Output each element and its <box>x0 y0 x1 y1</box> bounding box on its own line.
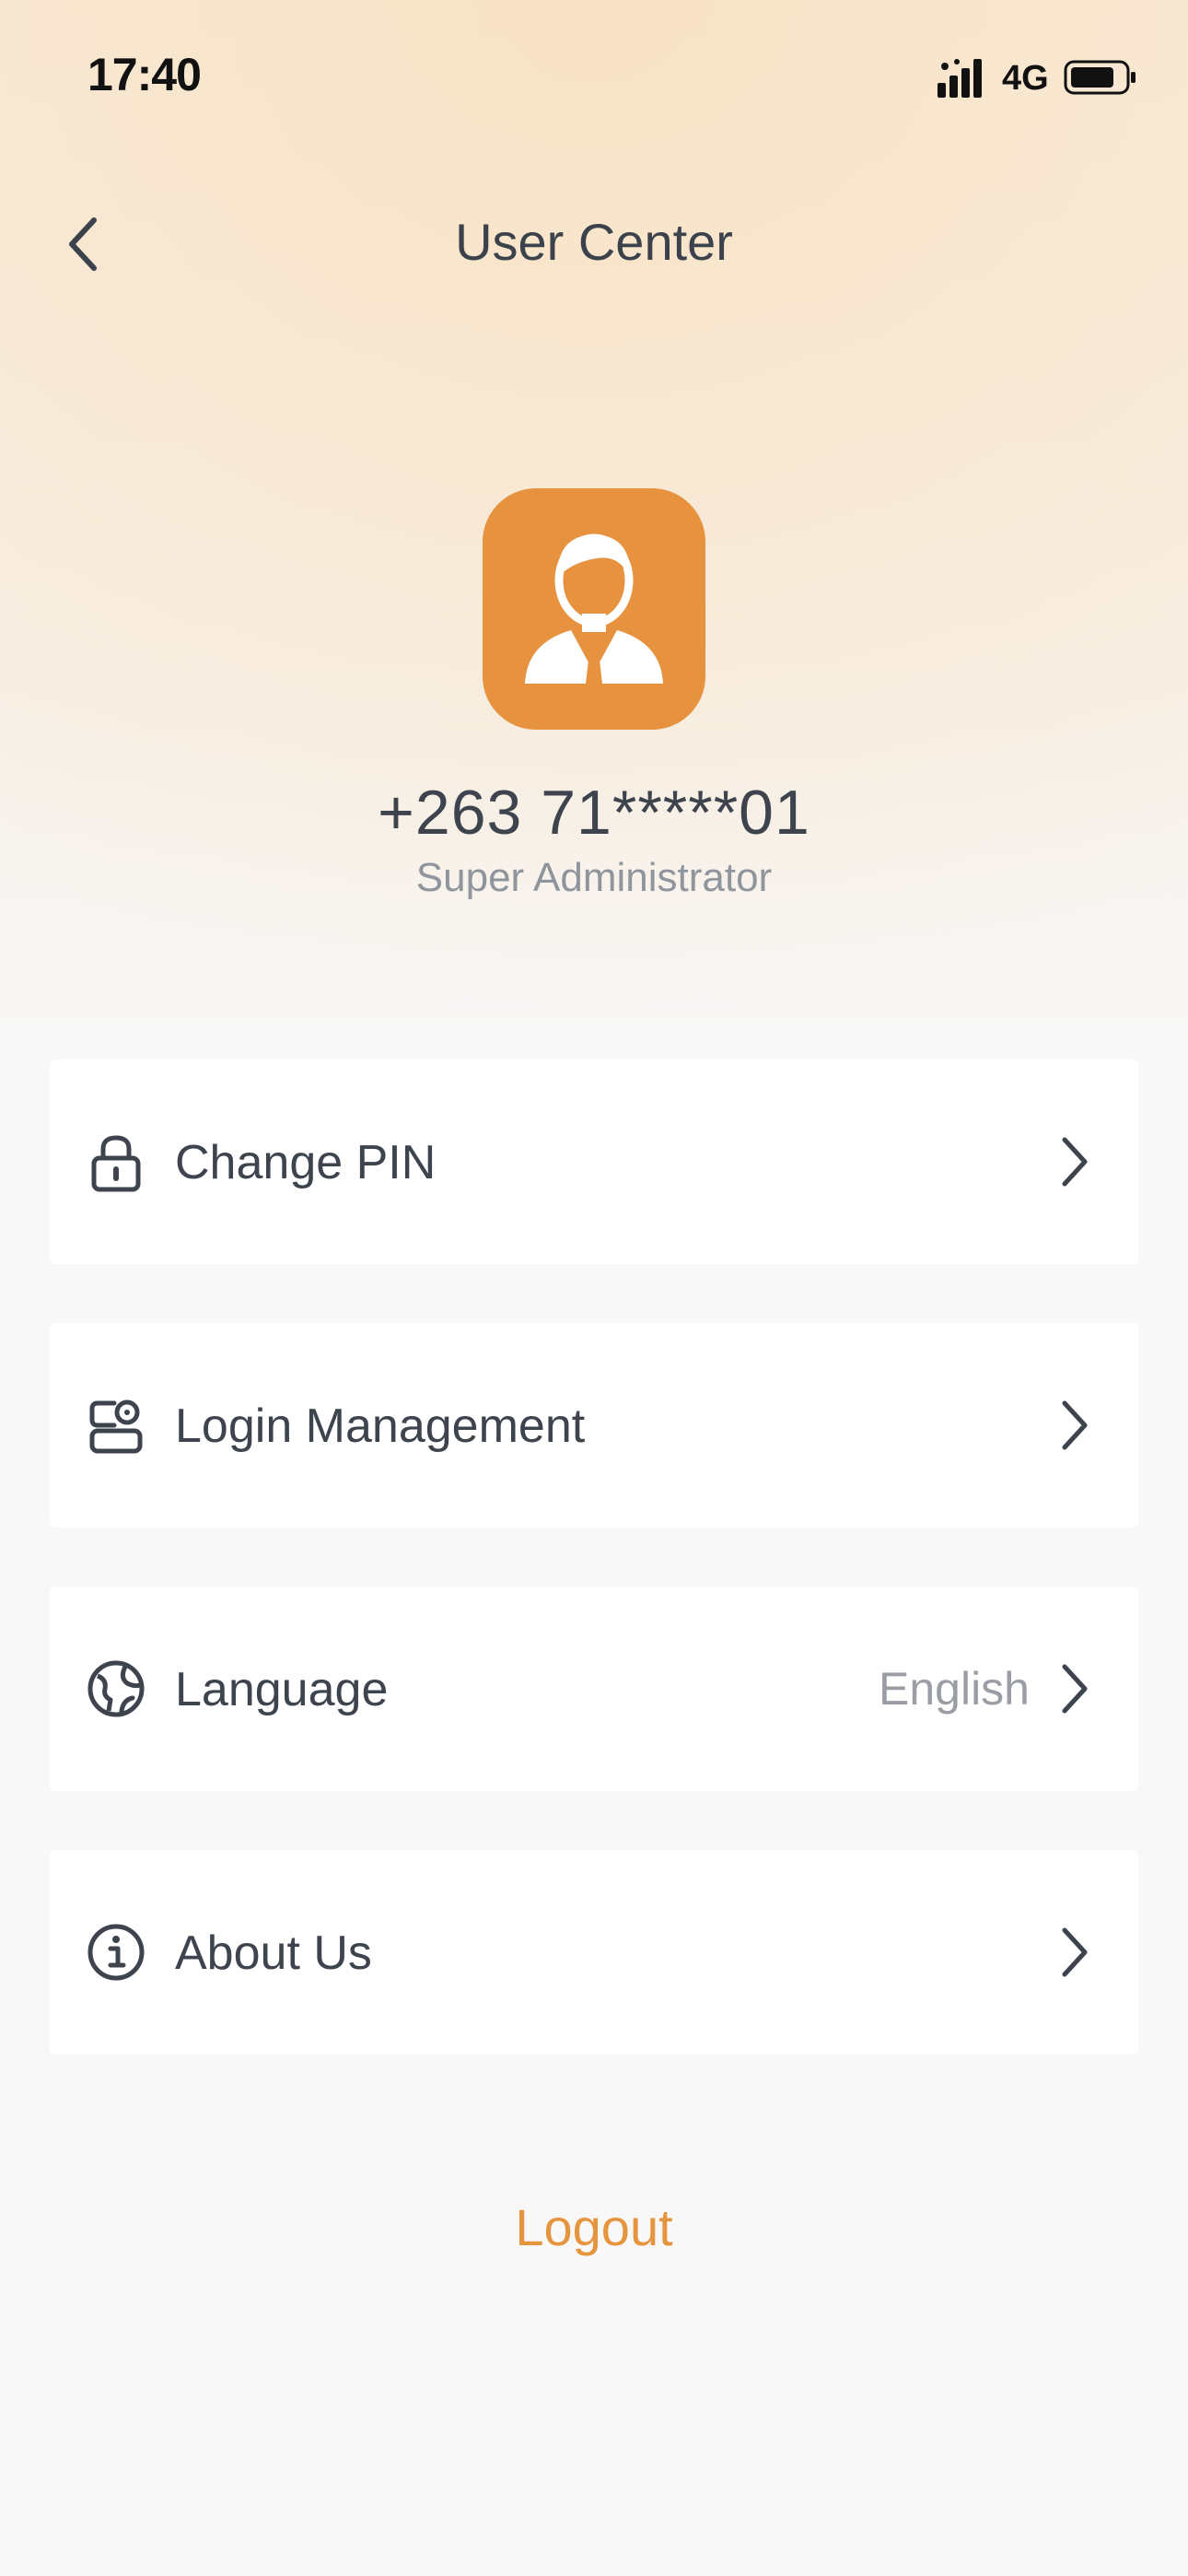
user-role: Super Administrator <box>415 855 773 900</box>
menu-item-label: Login Management <box>175 1399 586 1453</box>
chevron-right-icon <box>1062 1137 1088 1187</box>
avatar[interactable] <box>483 488 705 730</box>
device-management-icon <box>89 1399 143 1454</box>
businessman-avatar-icon <box>525 533 663 693</box>
info-icon <box>87 1924 145 1981</box>
background <box>0 0 1188 2576</box>
chevron-right-icon <box>1062 1664 1088 1714</box>
status-bar: 17:40 4G <box>0 0 1188 157</box>
nav-bar: User Center <box>0 184 1188 304</box>
network-label: 4G <box>1002 59 1049 98</box>
page-title: User Center <box>455 213 733 271</box>
globe-icon <box>87 1660 145 1717</box>
battery-icon <box>1064 60 1136 95</box>
phone-number: +263 71*****01 <box>378 778 810 848</box>
menu-item-label: About Us <box>175 1926 372 1980</box>
menu-item-about-us[interactable]: About Us <box>50 1850 1138 2055</box>
chevron-right-icon <box>1062 1927 1088 1977</box>
signal-bars-icon <box>938 59 982 98</box>
chevron-right-icon <box>1062 1400 1088 1450</box>
menu-item-label: Language <box>175 1663 389 1716</box>
menu-item-login-management[interactable]: Login Management <box>50 1323 1138 1528</box>
menu-item-language[interactable]: Language English <box>50 1587 1138 1791</box>
lock-icon <box>91 1135 141 1192</box>
logout-button[interactable]: Logout <box>0 2197 1188 2257</box>
menu-item-label: Change PIN <box>175 1136 437 1189</box>
status-time: 17:40 <box>87 49 202 100</box>
language-value: English <box>879 1663 1030 1715</box>
menu-item-change-pin[interactable]: Change PIN <box>50 1060 1138 1264</box>
